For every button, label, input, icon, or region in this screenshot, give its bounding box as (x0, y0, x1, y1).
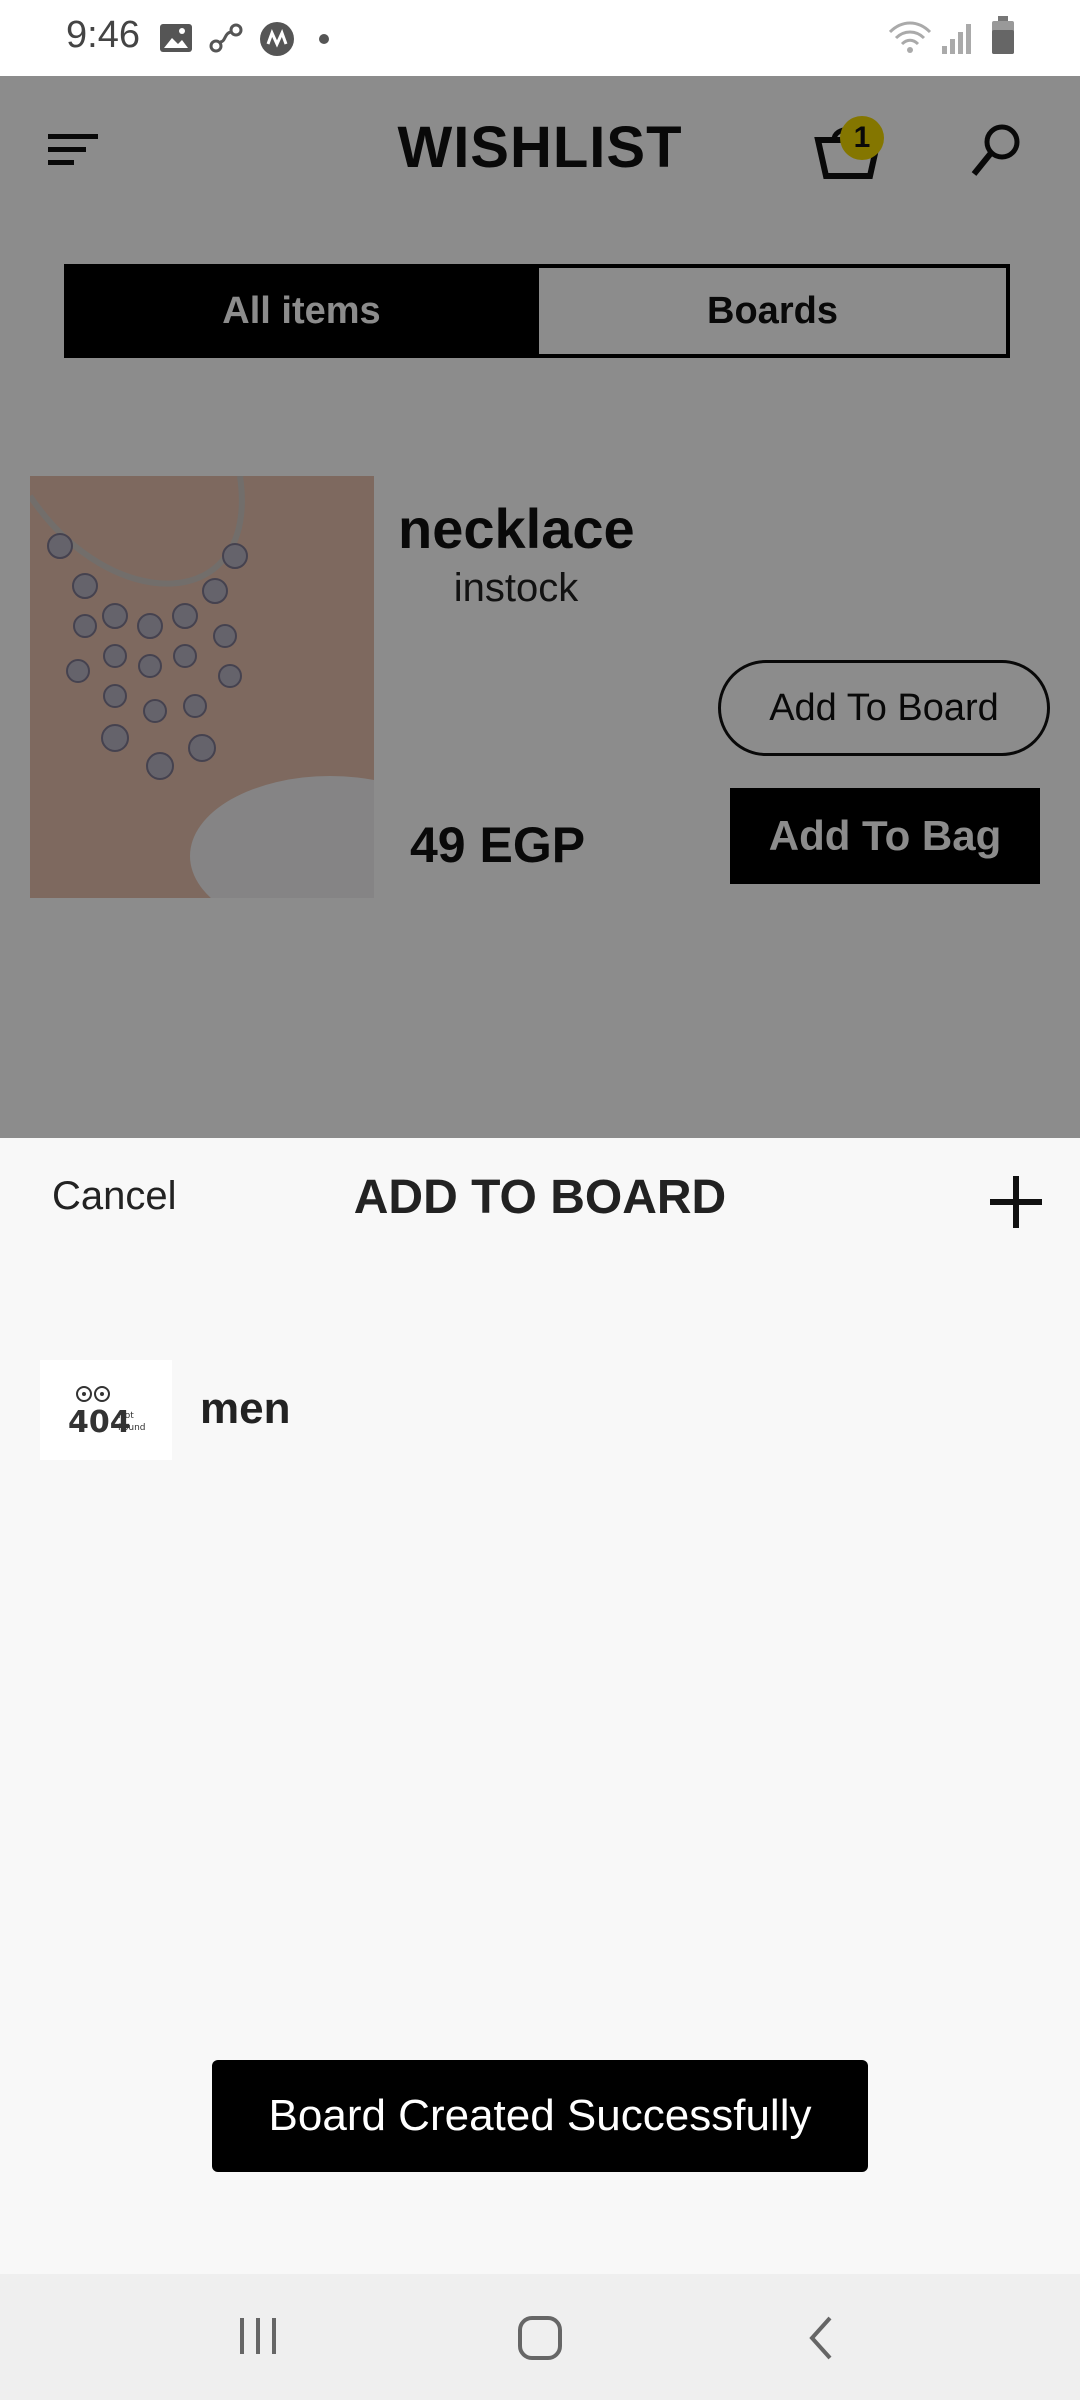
signal-icon (940, 20, 974, 61)
status-time: 9:46 (66, 14, 140, 56)
system-nav-bar (0, 2274, 1080, 2400)
modal-overlay[interactable] (0, 76, 1080, 1138)
board-name: men (200, 1384, 291, 1433)
gallery-icon (158, 20, 194, 61)
toast-message: Board Created Successfully (212, 2060, 868, 2172)
home-icon[interactable] (516, 2314, 564, 2367)
add-to-board-sheet: Cancel ADD TO BOARD 404 Not Found men Bo… (0, 1138, 1080, 2274)
board-item-men[interactable]: 404 Not Found men (40, 1360, 1040, 1460)
wifi-icon (888, 20, 932, 61)
board-thumb-not: Not (118, 1411, 134, 1421)
add-board-icon[interactable] (988, 1174, 1044, 1235)
board-thumbnail: 404 Not Found (40, 1360, 172, 1460)
link-icon (208, 20, 244, 61)
board-thumb-found: Found (118, 1423, 145, 1433)
status-bar: 9:46 (0, 0, 1080, 76)
recent-apps-icon[interactable] (236, 2314, 282, 2363)
battery-icon (990, 16, 1016, 61)
dot-icon (318, 32, 330, 50)
app-icon (258, 20, 296, 63)
back-icon[interactable] (804, 2314, 838, 2367)
sheet-title: ADD TO BOARD (353, 1171, 727, 1224)
